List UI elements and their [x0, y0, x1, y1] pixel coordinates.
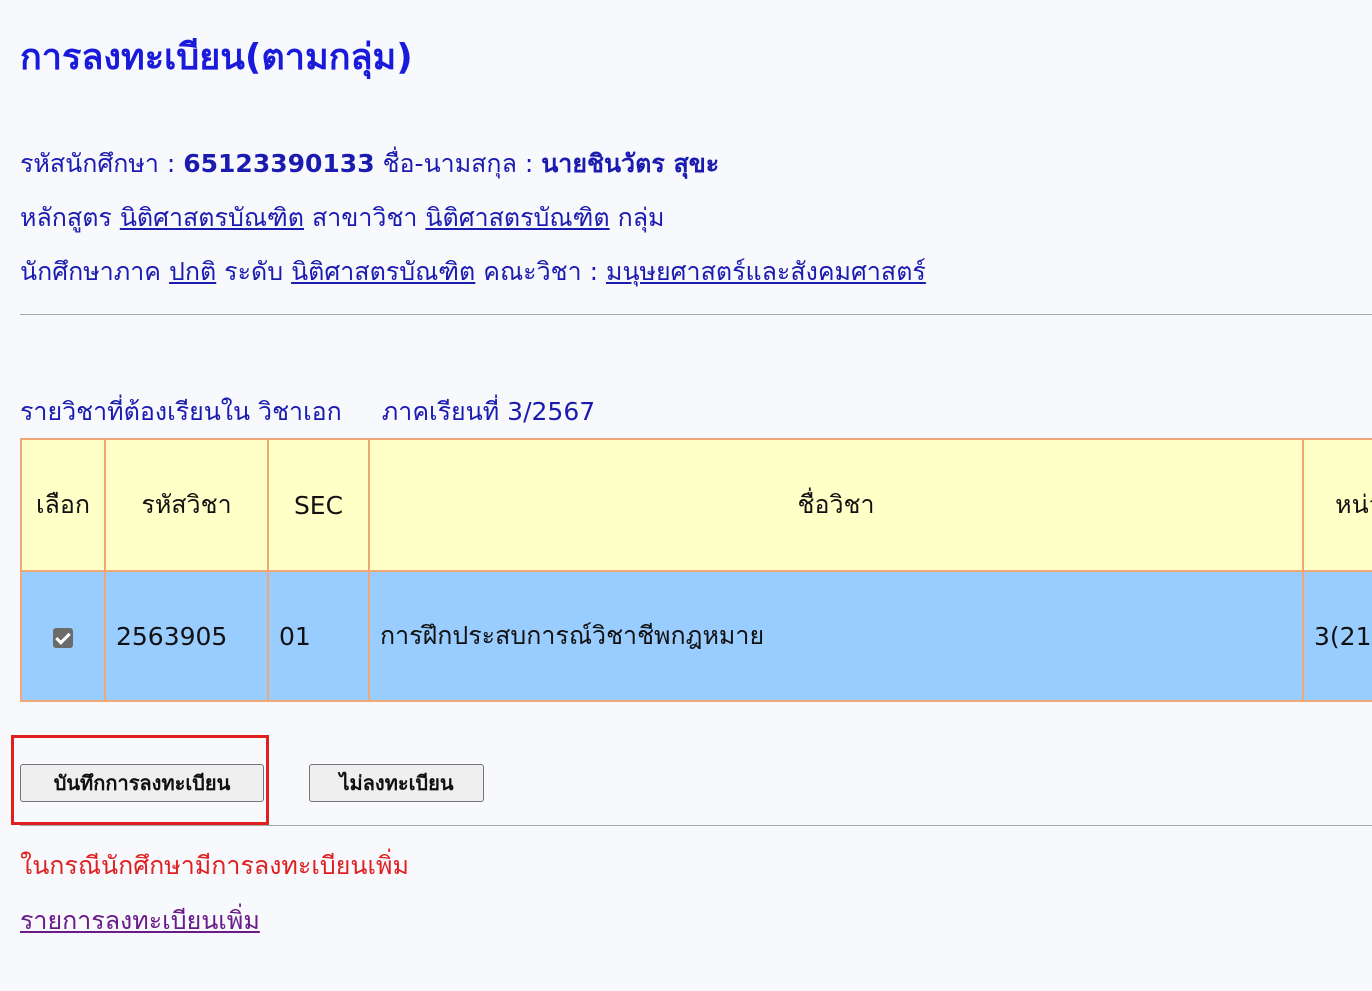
faculty-link[interactable]: มนุษยศาสตร์และสังคมศาสตร์ — [606, 257, 926, 286]
col-header-code: รหัสวิชา — [104, 438, 269, 572]
group-label: กลุ่ม — [617, 203, 665, 232]
level-label: ระดับ — [224, 257, 284, 286]
col-header-name: ชื่อวิชา — [368, 438, 1304, 572]
course-sec: 01 — [267, 570, 370, 702]
no-register-button[interactable]: ไม่ลงทะเบียน — [309, 764, 484, 802]
additional-registration-link[interactable]: รายการลงทะเบียนเพิ่ม — [20, 901, 260, 941]
registration-page: การลงทะเบียน(ตามกลุ่ม) รหัสนักศึกษา : 65… — [0, 0, 1372, 991]
page-title: การลงทะเบียน(ตามกลุ่ม) — [20, 37, 413, 78]
faculty-label: คณะวิชา : — [483, 257, 599, 286]
table-row: 2563905 01 การฝึกประสบการณ์วิชาชีพกฎหมาย… — [20, 570, 1372, 702]
major-label: สาขาวิชา — [311, 203, 418, 232]
student-type-link[interactable]: ปกติ — [169, 257, 216, 286]
term-text: ภาคเรียนที่ 3/2567 — [381, 397, 596, 426]
student-id-value: 65123390133 — [183, 149, 375, 178]
divider-top — [20, 314, 1372, 315]
additional-registration-note: ในกรณีนักศึกษามีการลงทะเบียนเพิ่ม — [20, 851, 409, 880]
col-header-credits: หน่วยกิต — [1302, 438, 1372, 572]
curriculum-label: หลักสูตร — [20, 203, 112, 232]
student-name-value: นายชินวัตร สุขะ — [541, 149, 720, 178]
course-code: 2563905 — [104, 570, 269, 702]
save-registration-button[interactable]: บันทึกการลงทะเบียน — [20, 764, 264, 802]
courses-table: เลือก รหัสวิชา SEC ชื่อวิชา หน่วยกิต 256… — [20, 438, 1372, 702]
major-link[interactable]: นิติศาสตรบัณฑิต — [425, 203, 609, 232]
student-id-label: รหัสนักศึกษา : — [20, 149, 176, 178]
divider-bottom — [20, 825, 1372, 826]
student-name-label: ชื่อ-นามสกุล : — [382, 149, 534, 178]
curriculum-line: หลักสูตร นิติศาสตรบัณฑิต สาขาวิชา นิติศา… — [20, 198, 665, 238]
col-header-sec: SEC — [267, 438, 370, 572]
course-name: การฝึกประสบการณ์วิชาชีพกฎหมาย — [368, 570, 1304, 702]
course-credits: 3(210) — [1302, 570, 1372, 702]
course-select-checkbox[interactable] — [53, 627, 73, 648]
student-type-line: นักศึกษาภาค ปกติ ระดับ นิติศาสตรบัณฑิต ค… — [20, 252, 926, 292]
student-type-label: นักศึกษาภาค — [20, 257, 161, 286]
col-header-select: เลือก — [20, 438, 106, 572]
courses-header-text: รายวิชาที่ต้องเรียนใน วิชาเอก — [20, 397, 342, 426]
student-id-line: รหัสนักศึกษา : 65123390133 ชื่อ-นามสกุล … — [20, 144, 719, 184]
select-cell — [20, 570, 106, 702]
level-link[interactable]: นิติศาสตรบัณฑิต — [291, 257, 475, 286]
table-header-row: เลือก รหัสวิชา SEC ชื่อวิชา หน่วยกิต — [20, 438, 1372, 572]
curriculum-link[interactable]: นิติศาสตรบัณฑิต — [120, 203, 304, 232]
courses-header: รายวิชาที่ต้องเรียนใน วิชาเอก ภาคเรียนที่… — [20, 392, 595, 432]
